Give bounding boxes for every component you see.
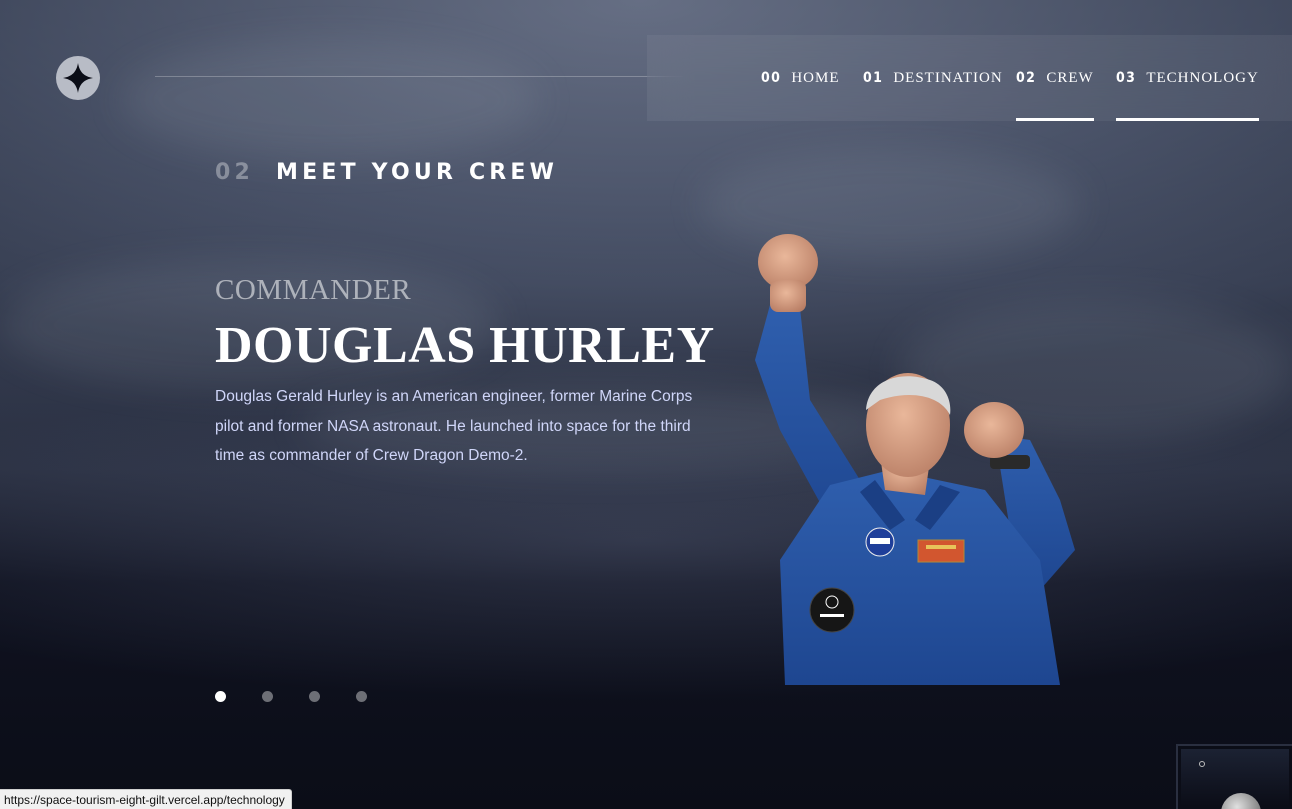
active-indicator [1016,118,1094,121]
crew-name: DOUGLAS HURLEY [215,317,715,374]
page-heading-title: MEET YOUR CREW [276,160,559,185]
nav-item-label: TECHNOLOGY [1146,69,1259,86]
nav-item-label: DESTINATION [893,69,1003,86]
page-thumbnail-preview[interactable] [1176,744,1292,809]
page-heading-number: 02 [215,160,255,185]
crew-member-image [755,234,1075,685]
pagination-dot[interactable] [356,691,367,702]
hover-indicator [1116,118,1259,121]
nav-item-label: CREW [1046,69,1094,86]
header-divider-line [155,76,683,77]
nav-item-number: 01 [863,70,884,86]
nav-item-number: 03 [1116,70,1137,86]
nav-item-home[interactable]: 00 HOME [761,35,840,121]
nav-item-destination[interactable]: 01 DESTINATION [863,35,1003,121]
page-heading: 02 MEET YOUR CREW [215,160,558,185]
nav-item-number: 00 [761,70,782,86]
star-logo-icon[interactable] [56,56,100,100]
nav-item-crew[interactable]: 02 CREW [1016,35,1094,121]
crew-role: COMMANDER [215,274,412,306]
thumbnail-logo-icon [1199,761,1205,767]
nav-item-label: HOME [791,69,840,86]
pagination-dot[interactable] [262,691,273,702]
crew-bio: Douglas Gerald Hurley is an American eng… [215,388,693,464]
nav-item-technology[interactable]: 03 TECHNOLOGY [1116,35,1259,121]
thumbnail-content [1181,749,1289,809]
pagination-dot[interactable] [215,691,226,702]
status-bar-url: https://space-tourism-eight-gilt.vercel.… [0,789,292,809]
nav-item-number: 02 [1016,70,1037,86]
crew-pagination [215,691,367,702]
primary-navigation: 00 HOME 01 DESTINATION 02 CREW 03 TECHNO… [647,35,1292,121]
pagination-dot[interactable] [309,691,320,702]
thumbnail-moon-image [1221,793,1261,809]
